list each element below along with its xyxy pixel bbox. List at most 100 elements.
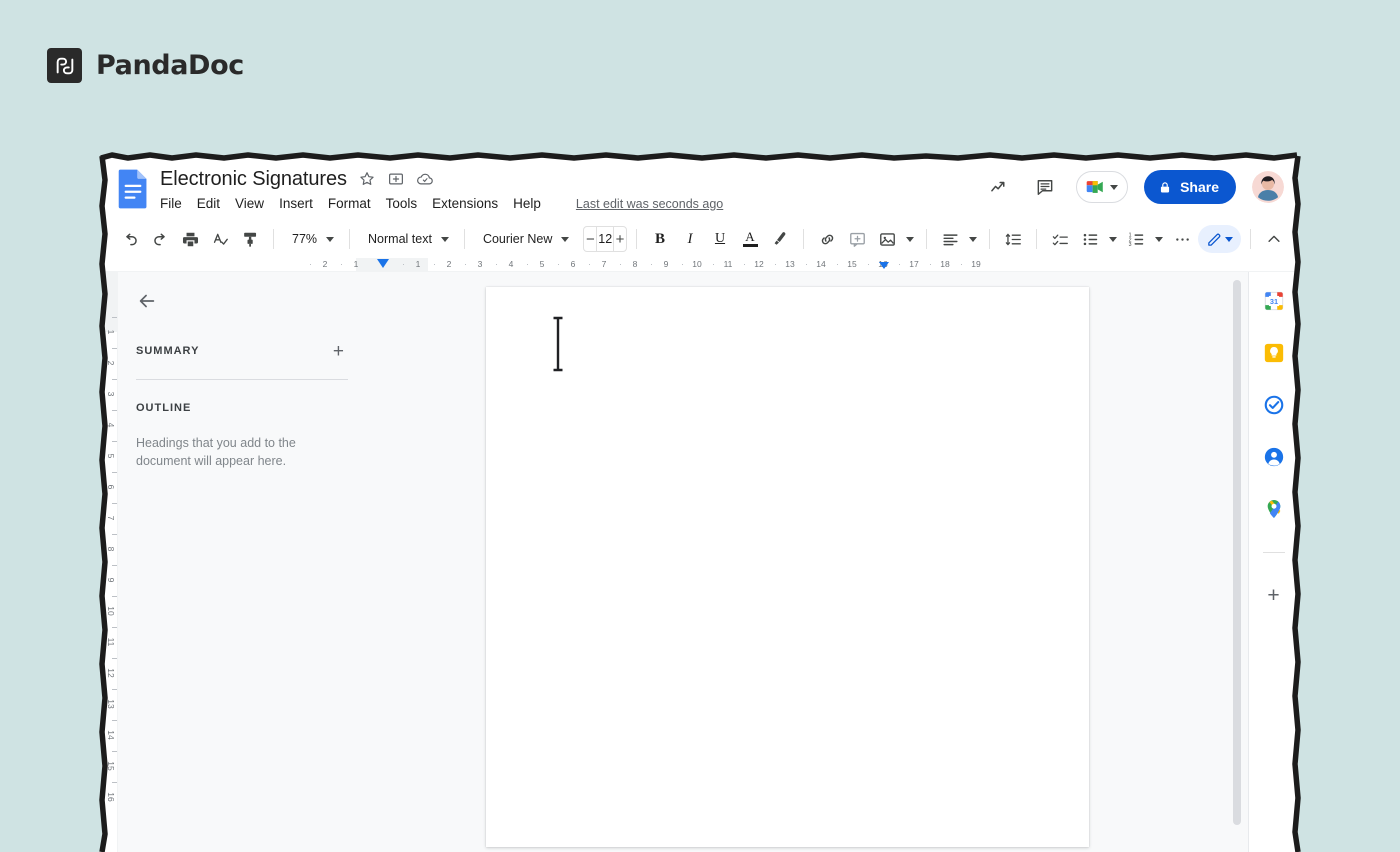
ruler-minor-tick — [112, 751, 117, 752]
vertical-scrollbar[interactable] — [1233, 280, 1241, 825]
document-outline-panel: SUMMARY + OUTLINE Headings that you add … — [118, 272, 370, 852]
google-contacts-icon[interactable] — [1263, 446, 1285, 468]
insert-link-icon[interactable] — [813, 225, 841, 253]
paragraph-style-value: Normal text — [368, 232, 432, 246]
activity-dashboard-icon[interactable] — [984, 172, 1014, 202]
redo-icon[interactable] — [146, 225, 174, 253]
avatar[interactable] — [1252, 171, 1284, 203]
bulleted-list-dropdown[interactable] — [1106, 225, 1120, 253]
vertical-ruler[interactable]: 112345678910111213141516 — [102, 272, 118, 852]
bulleted-list-icon[interactable] — [1076, 225, 1104, 253]
zoom-level-select[interactable]: 77% — [283, 225, 340, 253]
google-docs-file-icon[interactable] — [116, 168, 150, 210]
menu-item-view[interactable]: View — [235, 196, 264, 211]
paragraph-style-select[interactable]: Normal text — [359, 225, 455, 253]
ruler-minor-tick — [112, 782, 117, 783]
align-dropdown[interactable] — [966, 225, 980, 253]
ruler-minor-tick — [744, 264, 745, 265]
font-size-stepper[interactable]: − 12 + — [583, 226, 627, 252]
ruler-tick-label: 6 — [571, 259, 576, 269]
editing-mode-button[interactable] — [1198, 225, 1241, 253]
ruler-tick-label: 1 — [416, 259, 421, 269]
cloud-saved-icon[interactable] — [416, 170, 434, 188]
left-indent-marker[interactable] — [377, 259, 389, 268]
line-spacing-icon[interactable] — [999, 225, 1027, 253]
paint-format-icon[interactable] — [236, 225, 264, 253]
highlight-pen-icon[interactable] — [766, 225, 794, 253]
pandadoc-logo-icon — [47, 48, 82, 83]
italic-button[interactable]: I — [676, 225, 704, 253]
right-indent-marker[interactable] — [879, 262, 889, 269]
menu-item-format[interactable]: Format — [328, 196, 371, 211]
add-app-button[interactable]: + — [1267, 585, 1279, 606]
chevron-down-icon — [906, 237, 914, 242]
ruler-tick-label: 11 — [724, 259, 733, 269]
ruler-tick-label: 10 — [106, 606, 116, 615]
menu-item-edit[interactable]: Edit — [197, 196, 220, 211]
document-canvas[interactable] — [370, 272, 1248, 852]
insert-image-dropdown[interactable] — [903, 225, 917, 253]
google-keep-icon[interactable] — [1263, 342, 1285, 364]
add-comment-icon[interactable] — [843, 225, 871, 253]
back-arrow-icon[interactable] — [136, 290, 158, 312]
rail-divider — [1263, 552, 1285, 553]
ruler-minor-tick — [930, 264, 931, 265]
add-summary-plus-icon[interactable]: + — [329, 340, 348, 363]
ruler-minor-tick — [434, 264, 435, 265]
align-left-icon[interactable] — [936, 225, 964, 253]
more-options-icon[interactable] — [1168, 225, 1196, 253]
ruler-minor-tick — [112, 379, 117, 380]
ruler-minor-tick — [527, 264, 528, 265]
page-title[interactable]: Electronic Signatures — [160, 168, 347, 191]
ruler-tick-label: 14 — [106, 730, 116, 739]
spelling-grammar-check-icon[interactable] — [206, 225, 234, 253]
toolbar-divider — [926, 229, 927, 249]
text-color-button[interactable]: A — [736, 225, 764, 253]
google-meet-button[interactable] — [1076, 171, 1128, 203]
pandadoc-brand-lockup: PandaDoc — [47, 48, 244, 83]
underline-button[interactable]: U — [706, 225, 734, 253]
increase-font-size-button[interactable]: + — [614, 226, 626, 252]
undo-icon[interactable] — [116, 225, 144, 253]
menu-item-insert[interactable]: Insert — [279, 196, 313, 211]
outline-label: OUTLINE — [136, 402, 191, 414]
text-color-label: A — [745, 231, 754, 243]
collapse-toolbar-chevron-icon[interactable] — [1260, 225, 1288, 253]
last-edit-status[interactable]: Last edit was seconds ago — [576, 197, 723, 211]
italic-label: I — [688, 231, 693, 248]
menu-item-extensions[interactable]: Extensions — [432, 196, 498, 211]
pencil-editing-mode-icon — [1206, 231, 1223, 248]
ruler-tick-label: 10 — [692, 259, 701, 269]
chevron-down-icon — [1155, 237, 1163, 242]
page-text-content[interactable] — [486, 287, 1089, 399]
numbered-list-dropdown[interactable] — [1152, 225, 1166, 253]
star-icon[interactable] — [358, 170, 376, 188]
document-page[interactable] — [486, 287, 1089, 847]
google-maps-icon[interactable] — [1263, 498, 1285, 520]
comment-history-icon[interactable] — [1030, 172, 1060, 202]
text-ibeam-cursor — [552, 316, 564, 372]
bold-button[interactable]: B — [646, 225, 674, 253]
menu-item-help[interactable]: Help — [513, 196, 541, 211]
outline-empty-hint: Headings that you add to the document wi… — [136, 434, 326, 470]
numbered-list-icon[interactable]: 123 — [1122, 225, 1150, 253]
chevron-down-icon — [441, 237, 449, 242]
toolbar-divider — [803, 229, 804, 249]
checklist-icon[interactable] — [1046, 225, 1074, 253]
google-tasks-icon[interactable] — [1263, 394, 1285, 416]
menu-item-file[interactable]: File — [160, 196, 182, 211]
ruler-minor-tick — [112, 658, 117, 659]
print-icon[interactable] — [176, 225, 204, 253]
ruler-minor-tick — [806, 264, 807, 265]
google-calendar-icon[interactable]: 31 — [1263, 290, 1285, 312]
font-family-select[interactable]: Courier New — [474, 225, 575, 253]
ruler-tick-label: 2 — [323, 259, 328, 269]
share-button[interactable]: Share — [1144, 170, 1236, 204]
menu-item-tools[interactable]: Tools — [386, 196, 418, 211]
chevron-down-icon — [326, 237, 334, 242]
font-size-value[interactable]: 12 — [596, 226, 614, 252]
move-to-folder-icon[interactable] — [387, 170, 405, 188]
decrease-font-size-button[interactable]: − — [584, 226, 596, 252]
insert-image-icon[interactable] — [873, 225, 901, 253]
horizontal-ruler[interactable]: 2112345678910111213141516171819 — [102, 258, 1298, 272]
